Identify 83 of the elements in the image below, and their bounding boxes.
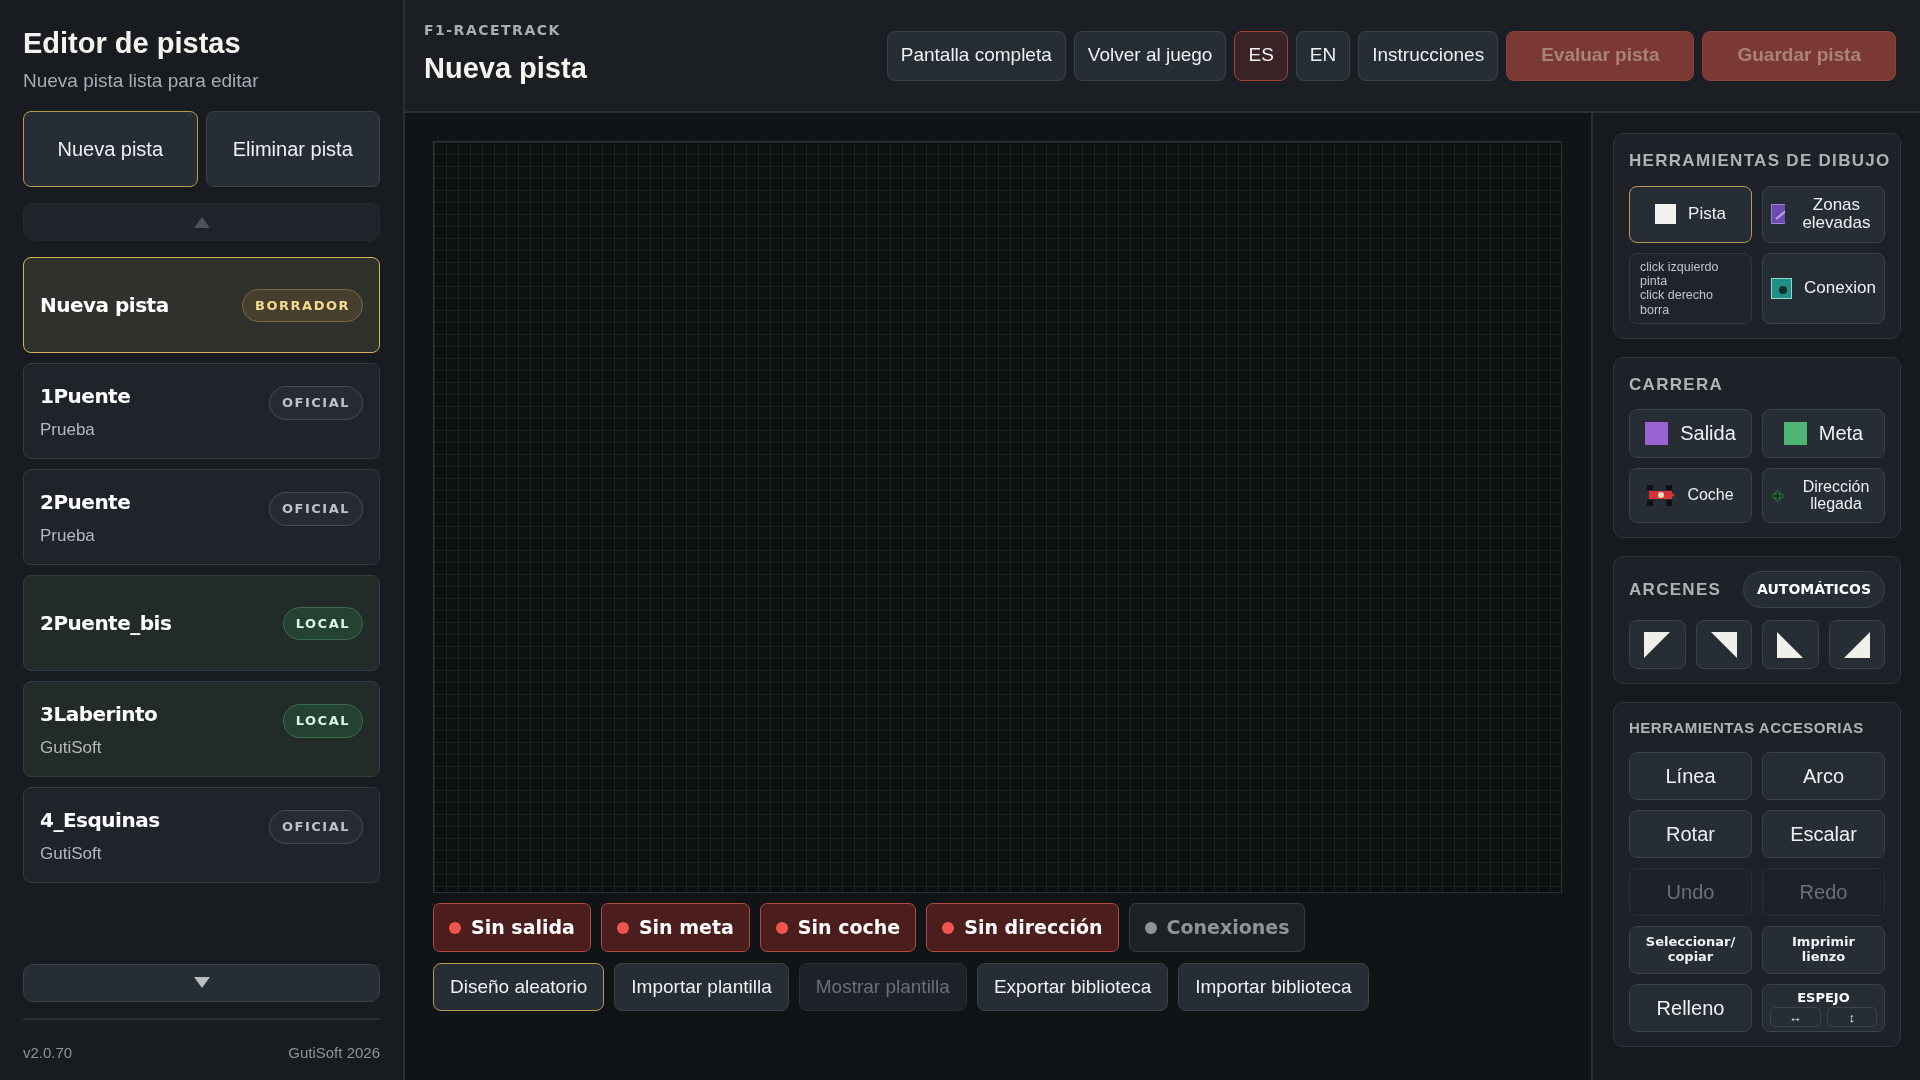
- caret-down-icon: [193, 977, 210, 988]
- language-button[interactable]: EN: [1295, 30, 1351, 81]
- track-card[interactable]: 1Puente Prueba OFICIAL: [23, 363, 380, 460]
- corner-button[interactable]: [1695, 620, 1752, 669]
- caret-up-icon: [193, 216, 210, 228]
- status-badge: OFICIAL: [269, 492, 363, 526]
- track-name: 3Laberinto: [40, 700, 158, 728]
- track-name: 2Puente_bis: [40, 610, 172, 638]
- status-chip: Sin dirección: [926, 903, 1119, 952]
- status-chip: Sin salida: [433, 903, 591, 952]
- ramp-icon: [1771, 204, 1785, 224]
- section-title: HERRAMIENTAS ACCESORIAS: [1629, 718, 1865, 738]
- portal-icon: [1771, 277, 1793, 299]
- tool-button[interactable]: Conexion: [1762, 252, 1885, 324]
- track-card[interactable]: 3Laberinto GutiSoft LOCAL: [23, 681, 380, 778]
- tool-button[interactable]: Coche: [1629, 468, 1752, 523]
- track-author: GutiSoft: [40, 736, 103, 759]
- track-name: 2Puente: [40, 488, 131, 516]
- track-author: Prueba: [40, 418, 96, 441]
- language-button[interactable]: ES: [1234, 30, 1288, 81]
- copyright-text: GutiSoft 2026: [288, 1042, 380, 1063]
- status-chip: Sin coche: [759, 903, 917, 952]
- page-title: Nueva pista: [424, 51, 587, 87]
- race-car-icon: [1647, 485, 1676, 506]
- square-icon: [1645, 422, 1669, 445]
- triangle-icon: [1777, 631, 1804, 658]
- triangle-icon: [1644, 631, 1671, 658]
- canvas-action-button[interactable]: Exportar biblioteca: [976, 963, 1169, 1011]
- mirror-button[interactable]: ↕: [1826, 1007, 1877, 1027]
- status-badge: OFICIAL: [269, 810, 363, 844]
- tool-button[interactable]: Arco: [1762, 751, 1885, 800]
- triangle-icon: [1843, 631, 1870, 658]
- auto-toggle[interactable]: AUTOMÁTICOS: [1743, 571, 1885, 608]
- status-badge: LOCAL: [282, 704, 363, 738]
- mirror-button[interactable]: ↔: [1770, 1007, 1821, 1027]
- tool-button[interactable]: Pista: [1629, 185, 1752, 243]
- sidebar-title: Editor de pistas: [23, 26, 242, 61]
- track-canvas[interactable]: [433, 141, 1562, 893]
- track-card[interactable]: 2Puente Prueba OFICIAL: [23, 469, 380, 566]
- tool-button[interactable]: Rotar: [1629, 809, 1752, 858]
- app-name: F1-RACETRACK: [424, 21, 562, 41]
- tool-button[interactable]: Meta: [1762, 409, 1885, 458]
- sidebar-button[interactable]: Eliminar pista: [205, 111, 380, 188]
- tool-button[interactable]: Imprimir lienzo: [1762, 925, 1885, 974]
- sidebar-subtitle: Nueva pista lista para editar: [23, 68, 260, 93]
- triangle-icon: [1710, 631, 1737, 658]
- status-badge: OFICIAL: [269, 386, 363, 420]
- track-card[interactable]: 4_Esquinas GutiSoft OFICIAL: [23, 787, 380, 884]
- track-name: Nueva pista: [40, 292, 169, 320]
- status-badge: LOCAL: [282, 606, 363, 641]
- canvas-action-button[interactable]: Importar biblioteca: [1178, 963, 1369, 1011]
- section-title: ARCENES: [1629, 578, 1722, 601]
- version-text: v2.0.70: [23, 1042, 73, 1063]
- instructions-button[interactable]: Instrucciones: [1358, 30, 1499, 81]
- section-title: CARRERA: [1629, 373, 1725, 396]
- tool-button[interactable]: Zonas elevadas: [1762, 185, 1885, 243]
- nav-button[interactable]: Pantalla completa: [886, 30, 1066, 81]
- tool-button[interactable]: Dirección llegada: [1762, 468, 1885, 523]
- status-badge: BORRADOR: [242, 288, 363, 323]
- tool-button[interactable]: Escalar: [1762, 809, 1885, 858]
- sidebar-button[interactable]: Nueva pista: [23, 111, 198, 188]
- square-icon: [1655, 204, 1677, 224]
- tool-button[interactable]: Línea: [1629, 751, 1752, 800]
- track-author: GutiSoft: [40, 842, 103, 865]
- track-name: 1Puente: [40, 382, 131, 410]
- tool-button[interactable]: Salida: [1629, 409, 1752, 458]
- tool-button[interactable]: Relleno: [1629, 983, 1752, 1032]
- track-author: Prueba: [40, 524, 96, 547]
- track-card[interactable]: 2Puente_bis LOCAL: [23, 575, 380, 672]
- square-icon: [1783, 422, 1807, 445]
- corner-button[interactable]: [1629, 620, 1686, 669]
- track-card[interactable]: Nueva pista BORRADOR: [23, 257, 380, 354]
- nav-button[interactable]: Volver al juego: [1073, 30, 1227, 81]
- status-chip: Conexiones: [1128, 903, 1306, 952]
- status-chip: Sin meta: [600, 903, 750, 952]
- canvas-action-button[interactable]: Importar plantilla: [614, 963, 789, 1011]
- corner-button[interactable]: [1762, 620, 1819, 669]
- corner-button[interactable]: [1828, 620, 1885, 669]
- tool-button[interactable]: Seleccionar/ copiar: [1629, 925, 1752, 974]
- canvas-action-button[interactable]: Diseño aleatorio: [433, 963, 605, 1011]
- hint-text: click izquierdo pinta click derecho borra: [1629, 252, 1752, 324]
- mirror-label: ESPEJO: [1797, 988, 1850, 1007]
- track-name: 4_Esquinas: [40, 806, 160, 834]
